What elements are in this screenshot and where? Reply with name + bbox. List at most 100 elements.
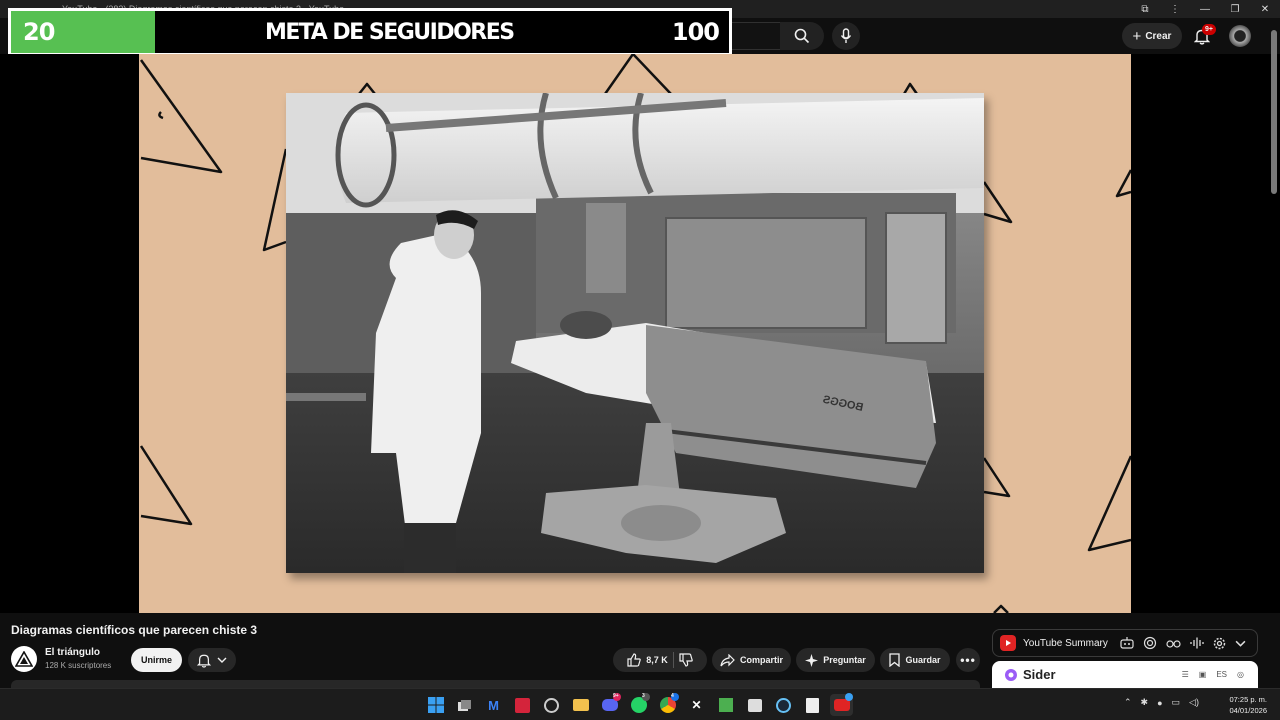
- video-frame[interactable]: BOGGS: [139, 54, 1131, 613]
- microphone-icon: [840, 28, 852, 43]
- taskbar-chrome[interactable]: 4: [656, 693, 679, 716]
- triangle-logo-icon: [15, 651, 33, 667]
- create-label: Crear: [1145, 30, 1172, 42]
- save-label: Guardar: [905, 655, 941, 665]
- whatsapp-badge: 3: [642, 693, 650, 701]
- youtube-summary-panel[interactable]: YouTube Summary: [992, 629, 1258, 657]
- taskbar-file-explorer[interactable]: [569, 694, 592, 716]
- channel-avatar[interactable]: [11, 646, 37, 672]
- taskbar-whatsapp[interactable]: 3: [627, 693, 650, 716]
- youtube-summary-logo-icon: [1000, 635, 1016, 651]
- share-icon: [720, 653, 735, 666]
- extensions-icon[interactable]: ⧉: [1130, 0, 1160, 18]
- join-button[interactable]: Unirme: [131, 648, 182, 672]
- taskbar-app-steam-tools[interactable]: [540, 694, 563, 716]
- account-avatar[interactable]: [1229, 25, 1251, 47]
- taskbar-steam[interactable]: [772, 694, 795, 716]
- restore-button[interactable]: ❐: [1220, 0, 1250, 18]
- sider-panel[interactable]: Sider ☰ ▣ ES ◎: [992, 661, 1258, 688]
- plus-icon: +: [1132, 27, 1142, 45]
- sider-logo-icon: [1005, 668, 1017, 681]
- notifications-badge: 9+: [1202, 24, 1216, 35]
- network-icon[interactable]: ▭: [1172, 697, 1181, 708]
- captions-icon[interactable]: ▣: [1199, 670, 1207, 679]
- goal-label: META DE SEGUIDORES: [265, 20, 515, 45]
- sider-title: Sider: [1023, 667, 1056, 682]
- system-clock[interactable]: 07:25 p. m. 04/01/2026: [1223, 694, 1267, 716]
- close-button[interactable]: ✕: [1250, 0, 1280, 18]
- follower-goal-overlay: 20 META DE SEGUIDORES 100: [8, 8, 732, 56]
- taskbar-youtube-app[interactable]: [830, 693, 853, 716]
- taskbar-app-red[interactable]: [511, 694, 534, 716]
- video-player[interactable]: BOGGS: [0, 54, 1280, 613]
- like-button[interactable]: 8,7 K: [627, 653, 668, 667]
- bell-icon: [197, 654, 211, 668]
- page-scrollbar[interactable]: [1271, 30, 1277, 194]
- bluetooth-icon[interactable]: ✱: [1141, 697, 1149, 708]
- glasses-icon[interactable]: [1166, 638, 1181, 648]
- description-box[interactable]: [11, 680, 980, 688]
- audio-wave-icon[interactable]: [1190, 637, 1204, 649]
- target-icon[interactable]: ◎: [1237, 670, 1244, 679]
- microphone-icon[interactable]: ●: [1157, 698, 1162, 708]
- robot-icon[interactable]: [1120, 637, 1134, 649]
- list-icon[interactable]: ☰: [1182, 670, 1189, 679]
- goal-target-count: 100: [671, 18, 720, 46]
- minimize-button[interactable]: —: [1190, 0, 1220, 18]
- task-view-button[interactable]: [453, 694, 476, 716]
- chevron-down-icon[interactable]: [1235, 640, 1246, 647]
- app-circle-icon: [544, 697, 559, 713]
- youtube-summary-toolbar: [1120, 636, 1246, 650]
- store-icon: [747, 698, 762, 712]
- thumbs-down-icon: [679, 653, 693, 667]
- goal-current-count: 20: [23, 18, 55, 46]
- volume-icon[interactable]: ◁): [1189, 697, 1199, 708]
- share-button[interactable]: Compartir: [712, 648, 791, 672]
- clock-date: 04/01/2026: [1229, 706, 1267, 715]
- ask-button[interactable]: Preguntar: [796, 648, 875, 672]
- taskbar-minecraft[interactable]: [714, 694, 737, 716]
- windows-icon: [427, 697, 444, 713]
- subscription-notifications-button[interactable]: [188, 648, 236, 672]
- gear-icon[interactable]: [1213, 637, 1226, 650]
- taskbar-epic-games[interactable]: [801, 694, 824, 716]
- like-count: 8,7 K: [646, 655, 668, 665]
- chevron-down-icon: [217, 657, 227, 663]
- bookmark-icon: [889, 653, 901, 667]
- taskbar-apps: M 9+ 3 4 ✕: [424, 693, 853, 716]
- video-info: Diagramas científicos que parecen chiste…: [0, 613, 1280, 688]
- youtube-app-badge: [845, 693, 853, 701]
- thumbs-up-icon: [627, 653, 641, 667]
- like-divider: [672, 652, 674, 668]
- taskbar: M 9+ 3 4 ✕ ⌃ ✱ ● ▭ ◁) 07:25 p. m. 04/01/…: [0, 688, 1280, 720]
- epic-games-icon: [806, 697, 819, 713]
- window-controls: ⧉ ⋮ — ❐ ✕: [1130, 0, 1280, 18]
- clock-time: 07:25 p. m.: [1229, 695, 1267, 704]
- search-button[interactable]: [780, 22, 824, 50]
- like-dislike-group: 8,7 K: [613, 648, 707, 672]
- taskbar-app-m[interactable]: M: [482, 694, 505, 716]
- ask-label: Preguntar: [823, 655, 866, 665]
- sider-language[interactable]: ES: [1216, 670, 1227, 679]
- taskbar-discord[interactable]: 9+: [598, 693, 621, 716]
- browser-menu-icon[interactable]: ⋮: [1160, 0, 1190, 18]
- task-view-icon: [458, 699, 471, 711]
- create-button[interactable]: + Crear: [1122, 23, 1182, 49]
- capcut-icon: ✕: [691, 698, 702, 712]
- voice-search-button[interactable]: [832, 22, 860, 50]
- more-actions-button[interactable]: •••: [956, 648, 980, 672]
- system-tray: ⌃ ✱ ● ▭ ◁): [1124, 697, 1199, 708]
- start-button[interactable]: [424, 694, 447, 716]
- dislike-button[interactable]: [679, 653, 693, 667]
- photo-xray-scene: BOGGS: [286, 93, 984, 573]
- channel-name[interactable]: El triángulo: [45, 647, 100, 658]
- taskbar-store[interactable]: [743, 694, 766, 716]
- discord-badge: 9+: [613, 693, 621, 701]
- channel-subscribers: 128 K suscriptores: [45, 661, 112, 670]
- taskbar-capcut[interactable]: ✕: [685, 694, 708, 716]
- sider-toolbar: ☰ ▣ ES ◎: [1182, 670, 1244, 679]
- save-button[interactable]: Guardar: [880, 648, 950, 672]
- chevron-up-icon[interactable]: ⌃: [1124, 697, 1132, 708]
- sparkle-icon: [805, 653, 819, 667]
- openai-icon[interactable]: [1143, 636, 1157, 650]
